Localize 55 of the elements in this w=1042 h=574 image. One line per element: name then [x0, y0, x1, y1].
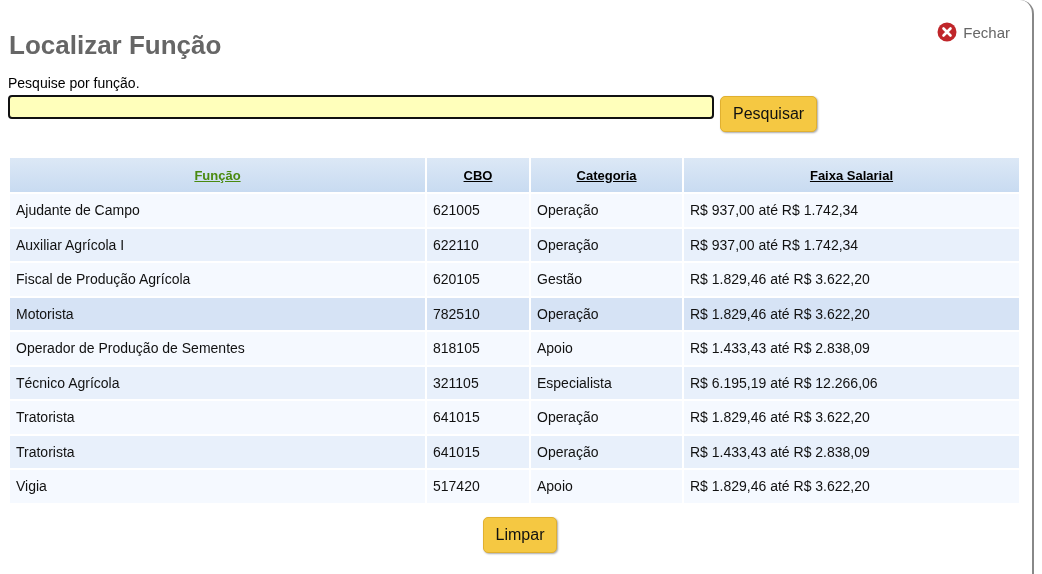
table-cell: Operação — [531, 297, 682, 330]
table-cell: 782510 — [427, 297, 529, 330]
table-cell: Tratorista — [10, 401, 425, 434]
table-cell: Especialista — [531, 366, 682, 399]
close-link[interactable]: Fechar — [937, 22, 1010, 42]
table-cell: R$ 1.829,46 até R$ 3.622,20 — [684, 263, 1019, 296]
table-cell: Apoio — [531, 470, 682, 503]
table-cell: R$ 1.829,46 até R$ 3.622,20 — [684, 401, 1019, 434]
table-cell: Operação — [531, 194, 682, 227]
dialog-title: Localizar Função — [9, 30, 222, 61]
table-cell: Tratorista — [10, 435, 425, 468]
table-row[interactable]: Tratorista 641015 Operação R$ 1.829,46 até R$ 3.622,20 — [10, 401, 1019, 434]
table-cell: R$ 1.433,43 até R$ 2.838,09 — [684, 435, 1019, 468]
table-cell: R$ 1.829,46 até R$ 3.622,20 — [684, 297, 1019, 330]
table-row[interactable]: Fiscal de Produção Agrícola 620105 Gestão R$ 1.829,46 até R$ 3.622,20 — [10, 263, 1019, 296]
table-cell: R$ 1.829,46 até R$ 3.622,20 — [684, 470, 1019, 503]
table-cell: Técnico Agrícola — [10, 366, 425, 399]
table-cell: Ajudante de Campo — [10, 194, 425, 227]
table-cell: 621005 — [427, 194, 529, 227]
table-cell: 517420 — [427, 470, 529, 503]
clear-button[interactable]: Limpar — [482, 516, 558, 553]
table-row[interactable]: Vigia 517420 Apoio R$ 1.829,46 até R$ 3.622,20 — [10, 470, 1019, 503]
table-cell: 641015 — [427, 401, 529, 434]
table-cell: Operação — [531, 401, 682, 434]
table-cell: 641015 — [427, 435, 529, 468]
table-cell: Fiscal de Produção Agrícola — [10, 263, 425, 296]
table-cell: Vigia — [10, 470, 425, 503]
table-cell: Auxiliar Agrícola I — [10, 228, 425, 261]
table-cell: R$ 937,00 até R$ 1.742,34 — [684, 194, 1019, 227]
table-cell: Operação — [531, 435, 682, 468]
table-cell: Operação — [531, 228, 682, 261]
table-cell: R$ 937,00 até R$ 1.742,34 — [684, 228, 1019, 261]
column-header[interactable]: CBO — [427, 158, 529, 192]
table-cell: Operador de Produção de Sementes — [10, 332, 425, 365]
table-row[interactable]: Auxiliar Agrícola I 622110 Operação R$ 937,00 até R$ 1.742,34 — [10, 228, 1019, 261]
table-cell: 622110 — [427, 228, 529, 261]
close-icon — [937, 22, 958, 42]
table-cell: Gestão — [531, 263, 682, 296]
column-header[interactable]: Faixa Salarial — [684, 158, 1019, 192]
table-cell: 321105 — [427, 366, 529, 399]
table-cell: 620105 — [427, 263, 529, 296]
search-field[interactable] — [8, 95, 714, 119]
column-header[interactable]: Categoria — [531, 158, 682, 192]
table-row[interactable]: Ajudante de Campo 621005 Operação R$ 937,00 até R$ 1.742,34 — [10, 194, 1019, 227]
table-row[interactable]: Tratorista 641015 Operação R$ 1.433,43 até R$ 2.838,09 — [10, 435, 1019, 468]
table-row[interactable]: Técnico Agrícola 321105 Especialista R$ 6.195,19 até R$ 12.266,06 — [10, 366, 1019, 399]
search-label: Pesquise por função. — [8, 75, 141, 91]
table-cell: R$ 1.433,43 até R$ 2.838,09 — [684, 332, 1019, 365]
table-cell: Apoio — [531, 332, 682, 365]
table-cell: R$ 6.195,19 até R$ 12.266,06 — [684, 366, 1019, 399]
search-button[interactable]: Pesquisar — [720, 96, 818, 132]
table-row[interactable]: Operador de Produção de Sementes 818105 Apoio R$ 1.433,43 até R$ 2.838,09 — [10, 332, 1019, 365]
table-cell: 818105 — [427, 332, 529, 365]
table-cell: Motorista — [10, 297, 425, 330]
table-row[interactable]: Motorista 782510 Operação R$ 1.829,46 até R$ 3.622,20 — [10, 297, 1019, 330]
